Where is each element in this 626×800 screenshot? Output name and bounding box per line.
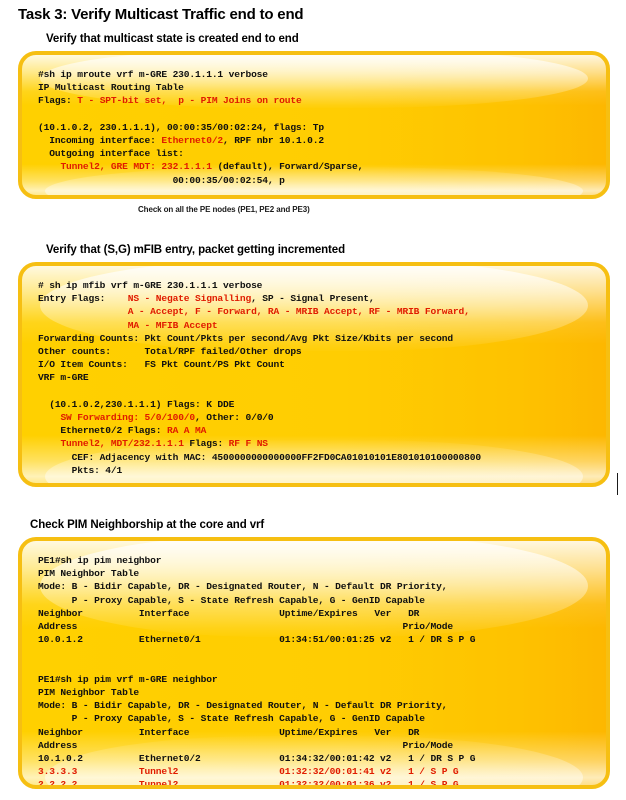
console-text-mfib: # sh ip mfib vrf m-GRE 230.1.1.1 verbose… xyxy=(22,266,606,477)
console-line-segment: Flags: xyxy=(183,438,229,450)
console-line-segment: PIM Neighbor Table xyxy=(38,568,139,580)
console-line-segment: T - SPT-bit set, p - PIM Joins on route xyxy=(77,95,302,107)
console-line-segment: 2.2.2.2 Tunnel2 01:32:32/00:01:36 v2 1 /… xyxy=(38,779,459,789)
console-line-segment: , SP - Signal Present, xyxy=(251,293,375,305)
console-line-segment: 10.1.0.2 Ethernet0/2 01:34:32/00:01:42 v… xyxy=(38,753,476,765)
console-line-segment: Entry Flags: xyxy=(38,293,128,305)
console-line-segment: P - Proxy Capable, S - State Refresh Cap… xyxy=(38,713,425,725)
console-line-segment: Address Prio/Mode xyxy=(38,621,453,633)
console-line-segment: SW Forwarding: 5/0/100/0 xyxy=(60,412,196,424)
console-line-segment: PIM Neighbor Table xyxy=(38,687,139,699)
console-line-segment: IP Multicast Routing Table xyxy=(38,82,184,94)
slide-page: Task 3: Verify Multicast Traffic end to … xyxy=(0,0,626,800)
page-edge-mark xyxy=(617,473,618,495)
console-line-segment: PE1#sh ip pim neighbor xyxy=(38,555,162,566)
console-line-segment: NS - Negate Signalling xyxy=(127,293,252,305)
console-line-segment: Mode: B - Bidir Capable, DR - Designated… xyxy=(38,700,448,712)
console-line-segment: MA - MFIB Accept xyxy=(127,319,218,331)
console-line-segment: 10.0.1.2 Ethernet0/1 01:34:51/00:01:25 v… xyxy=(38,634,476,646)
console-line-segment: (10.1.0.2,230.1.1.1) Flags: K DDE xyxy=(38,398,235,410)
console-line-segment: 3.3.3.3 Tunnel2 01:32:32/00:01:41 v2 1 /… xyxy=(38,766,459,778)
console-line-segment: Outgoing interface list: xyxy=(38,148,184,160)
console-line-segment: Ethernet0/2 xyxy=(161,135,224,147)
console-text-pim: PE1#sh ip pim neighbor PIM Neighbor Tabl… xyxy=(22,541,606,789)
console-line-segment: Pkts: 4/1 xyxy=(38,464,123,476)
console-line-segment: # sh ip mfib vrf m-GRE 230.1.1.1 verbose xyxy=(38,280,263,291)
console-line-segment: Ethernet0/2 Flags: xyxy=(38,425,167,437)
console-line-segment: , Other: 0/0/0 xyxy=(195,412,274,424)
console-line-segment: Forwarding Counts: Pkt Count/Pkts per se… xyxy=(38,332,453,344)
console-line-segment: #sh ip mroute vrf m-GRE 230.1.1.1 verbos… xyxy=(38,69,268,80)
caption-check-pe-nodes: Check on all the PE nodes (PE1, PE2 and … xyxy=(138,205,310,214)
console-line-segment: Other counts: Total/RPF failed/Other dro… xyxy=(38,346,302,358)
console-line-segment: VRF m-GRE xyxy=(38,372,89,384)
console-line-segment: Tunnel2, GRE MDT: 232.1.1.1 xyxy=(60,161,212,173)
section-heading-pim-neighborship: Check PIM Neighborship at the core and v… xyxy=(30,519,265,531)
console-line-segment: Flags: xyxy=(38,95,78,107)
console-line-segment xyxy=(38,438,60,449)
console-text-mroute: #sh ip mroute vrf m-GRE 230.1.1.1 verbos… xyxy=(22,55,606,187)
console-line-segment: 00:00:35/00:02:54, p xyxy=(38,174,285,186)
console-line-segment xyxy=(38,161,60,172)
console-line-segment: PE1#sh ip pim vrf m-GRE neighbor xyxy=(38,673,218,685)
console-line-segment: Tunnel2, MDT/232.1.1.1 xyxy=(60,438,184,450)
console-line-segment xyxy=(38,412,60,423)
console-line-segment: Neighbor Interface Uptime/Expires Ver DR xyxy=(38,726,420,738)
console-line-segment: Address Prio/Mode xyxy=(38,739,453,751)
console-box-mfib: # sh ip mfib vrf m-GRE 230.1.1.1 verbose… xyxy=(18,262,610,487)
console-line-segment: Mode: B - Bidir Capable, DR - Designated… xyxy=(38,581,448,593)
console-line-segment: RA A MA xyxy=(166,425,207,437)
console-line-segment xyxy=(38,306,128,317)
section-heading-mfib-entry: Verify that (S,G) mFIB entry, packet get… xyxy=(46,244,345,256)
console-line-segment: Neighbor Interface Uptime/Expires Ver DR xyxy=(38,607,420,619)
console-line-segment: P - Proxy Capable, S - State Refresh Cap… xyxy=(38,594,425,606)
console-line-segment xyxy=(38,320,128,331)
console-line-segment: , RPF nbr 10.1.0.2 xyxy=(223,135,324,147)
console-box-pim: PE1#sh ip pim neighbor PIM Neighbor Tabl… xyxy=(18,537,610,789)
console-line-segment: A - Accept, F - Forward, RA - MRIB Accep… xyxy=(127,306,470,318)
console-line-segment: I/O Item Counts: FS Pkt Count/PS Pkt Cou… xyxy=(38,359,285,371)
section-heading-multicast-state: Verify that multicast state is created e… xyxy=(46,33,299,45)
console-box-mroute: #sh ip mroute vrf m-GRE 230.1.1.1 verbos… xyxy=(18,51,610,199)
console-line-segment: Incoming interface: xyxy=(38,135,162,147)
console-line-segment: RF F NS xyxy=(228,438,268,450)
console-line-segment: (default), Forward/Sparse, xyxy=(211,161,364,173)
console-line-segment: CEF: Adjacency with MAC: 450000000000000… xyxy=(38,451,481,463)
page-title: Task 3: Verify Multicast Traffic end to … xyxy=(18,6,304,23)
console-line-segment: (10.1.0.2, 230.1.1.1), 00:00:35/00:02:24… xyxy=(38,121,324,133)
